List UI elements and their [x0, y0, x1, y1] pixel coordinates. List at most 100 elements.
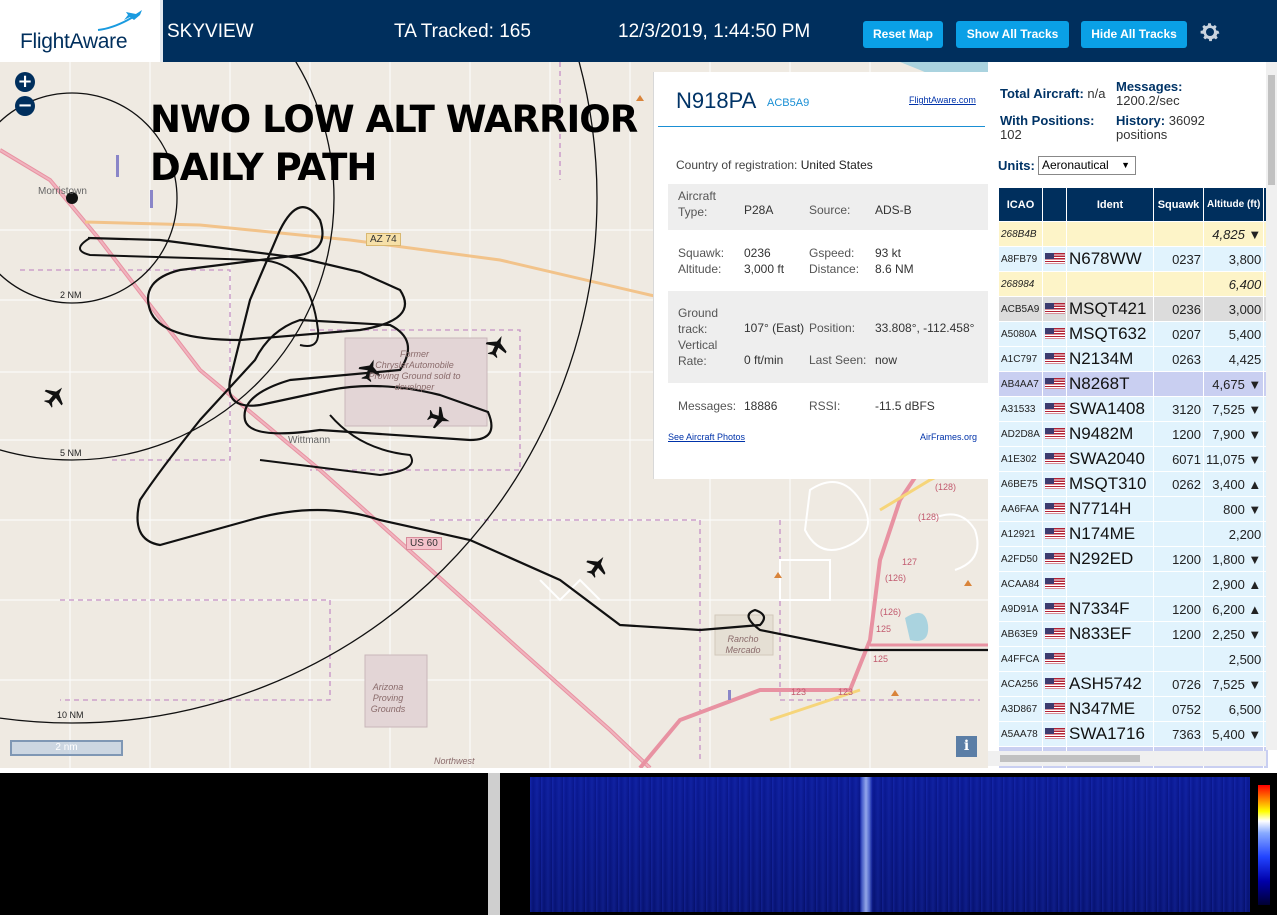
aircraft-type-label: Aircraft Type:: [678, 189, 717, 219]
hide-all-tracks-button[interactable]: Hide All Tracks: [1081, 21, 1187, 48]
squawk-cell: 7363: [1153, 721, 1204, 747]
us-flag-icon: [1045, 503, 1065, 515]
zoom-out-button[interactable]: −: [15, 96, 35, 116]
aircraft-info-popup: N918PA ACB5A9 FlightAware.com Country of…: [653, 72, 988, 479]
pane-divider[interactable]: [488, 773, 500, 915]
col-header-ident[interactable]: Ident: [1066, 187, 1154, 222]
position-label: Position:: [809, 321, 856, 335]
table-row[interactable]: A12921 N174ME 2,200: [998, 521, 1270, 547]
icao-cell: A4FFCA: [998, 646, 1043, 672]
popup-registration: N918PA: [676, 88, 757, 113]
ident-cell: SWA2040: [1066, 446, 1154, 472]
altitude-cell: 6,400: [1202, 271, 1265, 297]
table-row[interactable]: A3D867 N347ME 0752 6,500: [998, 696, 1270, 722]
squawk-cell: [1153, 221, 1204, 247]
icao-cell: A8FB79: [998, 246, 1043, 272]
flightaware-logo[interactable]: FlightAware: [0, 0, 163, 62]
total-aircraft-label: Total Aircraft:: [1000, 86, 1084, 101]
table-row[interactable]: AB4AA7 N8268T 4,675 ▼: [998, 371, 1270, 397]
aircraft-table-body: 268B4B 4,825 ▼ A8FB79 N678WW 0237 3,800 268984…: [998, 221, 1270, 768]
flightaware-link[interactable]: FlightAware.com: [909, 95, 976, 105]
col-header-altitude[interactable]: Altitude (ft): [1202, 187, 1265, 222]
show-all-tracks-button[interactable]: Show All Tracks: [956, 21, 1069, 48]
icao-cell: A12921: [998, 521, 1043, 547]
altitude-cell: 7,525 ▼: [1202, 396, 1265, 422]
altitude-cell: 4,675 ▼: [1202, 371, 1265, 397]
popup-block-speed: Squawk: 0236 Gspeed: 93 kt Altitude: 3,0…: [668, 238, 988, 278]
ident-cell: N347ME: [1066, 696, 1154, 722]
ident-cell: N2134M: [1066, 346, 1154, 372]
table-row[interactable]: A5AA78 SWA1716 7363 5,400 ▼: [998, 721, 1270, 747]
units-select[interactable]: Aeronautical ▼: [1038, 156, 1136, 175]
total-aircraft-value: n/a: [1087, 86, 1106, 101]
table-row[interactable]: A9D91A N7334F 1200 6,200 ▲: [998, 596, 1270, 622]
map-info-button[interactable]: i: [956, 736, 977, 757]
altitude-cell: 7,900 ▼: [1202, 421, 1265, 447]
table-row[interactable]: ACB5A9 MSQT421 0236 3,000: [998, 296, 1270, 322]
col-header-icao[interactable]: ICAO: [998, 187, 1043, 222]
us-flag-icon: [1045, 653, 1065, 665]
rssi-value: -11.5 dBFS: [875, 399, 935, 413]
units-selected-value: Aeronautical: [1042, 158, 1109, 172]
altitude-value: 3,000 ft: [744, 262, 785, 276]
positions-value: 102: [1000, 127, 1022, 142]
gear-icon[interactable]: [1198, 20, 1222, 44]
ident-cell: ASH5742: [1066, 671, 1154, 697]
zoom-in-button[interactable]: +: [15, 72, 35, 92]
route-label: 123: [791, 687, 807, 697]
col-header-squawk[interactable]: Squawk: [1153, 187, 1204, 222]
route-label: 127: [902, 557, 918, 567]
aircraft-table: ICAO Ident Squawk Altitude (ft) 268B4B 4,…: [998, 187, 1270, 768]
squawk-cell: 0726: [1153, 671, 1204, 697]
table-row[interactable]: A1C797 N2134M 0263 4,425: [998, 346, 1270, 372]
altitude-cell: 3,400 ▲: [1202, 471, 1265, 497]
table-row[interactable]: AB63E9 N833EF 1200 2,250 ▼: [998, 621, 1270, 647]
col-header-flag[interactable]: [1042, 187, 1067, 222]
table-row[interactable]: ACA256 ASH5742 0726 7,525 ▼: [998, 671, 1270, 697]
header-bar: FlightAware SKYVIEW TA Tracked: 165 12/3…: [0, 0, 1277, 62]
table-row[interactable]: A6BE75 MSQT310 0262 3,400 ▲: [998, 471, 1270, 497]
total-aircraft-stat: Total Aircraft: n/a: [1000, 87, 1106, 101]
route-label: (128): [935, 482, 957, 492]
route-label: (128): [918, 512, 940, 522]
ident-cell: [1066, 271, 1154, 297]
us-flag-icon: [1045, 453, 1065, 465]
aircraft-markers[interactable]: [40, 331, 613, 581]
table-row[interactable]: A5080A MSQT632 0207 5,400: [998, 321, 1270, 347]
ident-cell: N7334F: [1066, 596, 1154, 622]
table-row[interactable]: A2FD50 N292ED 1200 1,800 ▼: [998, 546, 1270, 572]
table-row[interactable]: 268B4B 4,825 ▼: [998, 221, 1270, 247]
water-pond: [905, 612, 929, 641]
us-flag-icon: [1045, 303, 1065, 315]
table-row[interactable]: A4FFCA 2,500: [998, 646, 1270, 672]
altitude-cell: 11,075 ▼: [1202, 446, 1265, 472]
icao-cell: AB4AA7: [998, 371, 1043, 397]
us-flag-icon: [1045, 328, 1065, 340]
table-row[interactable]: 268984 6,400: [998, 271, 1270, 297]
table-row[interactable]: AA6FAA N7714H 800 ▼: [998, 496, 1270, 522]
reset-map-button[interactable]: Reset Map: [863, 21, 943, 48]
ident-cell: N7714H: [1066, 496, 1154, 522]
table-row[interactable]: AD2D8A N9482M 1200 7,900 ▼: [998, 421, 1270, 447]
aircraft-list-panel: Total Aircraft: n/a Messages: 1200.2/sec…: [988, 62, 1277, 768]
airframes-link[interactable]: AirFrames.org: [920, 432, 977, 442]
ident-cell: N833EF: [1066, 621, 1154, 647]
table-row[interactable]: ACAA84 2,900 ▲: [998, 571, 1270, 597]
flag-cell: [1042, 296, 1067, 322]
popup-block-messages: Messages: 18886 RSSI: -11.5 dBFS: [668, 391, 988, 423]
squawk-cell: [1153, 371, 1204, 397]
squawk-cell: [1153, 271, 1204, 297]
town-label-wittmann: Wittmann: [288, 435, 331, 446]
flag-cell: [1042, 421, 1067, 447]
ident-cell: MSQT421: [1066, 296, 1154, 322]
table-row[interactable]: A8FB79 N678WW 0237 3,800: [998, 246, 1270, 272]
table-row[interactable]: A1E302 SWA2040 6071 11,075 ▼: [998, 446, 1270, 472]
horizontal-scrollbar-thumb[interactable]: [1000, 755, 1140, 762]
ident-cell: N292ED: [1066, 546, 1154, 572]
aircraft-photos-link[interactable]: See Aircraft Photos: [668, 432, 745, 442]
ground-track-label: Ground track:: [678, 306, 719, 336]
flag-cell: [1042, 696, 1067, 722]
table-row[interactable]: A31533 SWA1408 3120 7,525 ▼: [998, 396, 1270, 422]
vertical-scrollbar-thumb[interactable]: [1268, 75, 1275, 185]
squawk-cell: [1153, 571, 1204, 597]
